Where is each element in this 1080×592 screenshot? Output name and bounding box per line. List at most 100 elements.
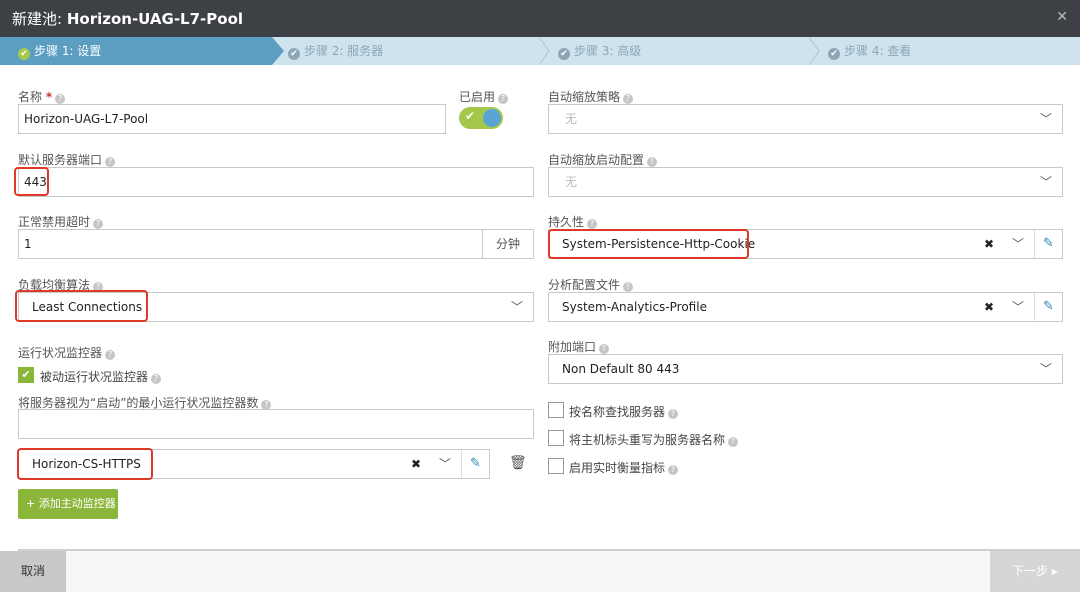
- help-icon[interactable]: ?: [151, 374, 162, 384]
- port-input[interactable]: 443: [18, 167, 534, 197]
- health-monitor-label: 运行状况监控器?: [18, 344, 116, 361]
- step-3-label: 步骤 3: 高级: [574, 44, 642, 58]
- highlight-box: [14, 167, 49, 196]
- autoscale-launch-select[interactable]: 无 ﹀: [548, 167, 1063, 197]
- timeout-label-text: 正常禁用超时: [18, 215, 91, 229]
- autoscale-policy-label-text: 自动缩放策略: [548, 90, 621, 104]
- help-icon[interactable]: ?: [668, 465, 679, 475]
- step-2-tab[interactable]: ✔ 步骤 2: 服务器: [288, 37, 538, 65]
- check-icon: ✔: [465, 109, 476, 123]
- check-circle-icon: ✔: [18, 48, 30, 60]
- toggle-knob: [483, 109, 501, 127]
- rewrite-host-label-text: 将主机标头重写为服务器名称: [569, 433, 726, 447]
- enabled-label: 已启用?: [459, 88, 509, 105]
- chevron-down-icon: ﹀: [510, 300, 523, 314]
- timeout-unit: 分钟: [482, 229, 534, 259]
- help-icon[interactable]: ?: [93, 219, 104, 229]
- dialog-title-pool-name: Horizon-UAG-L7-Pool: [66, 10, 244, 28]
- timeout-value: 1: [24, 237, 32, 251]
- help-icon[interactable]: ?: [587, 219, 598, 229]
- step-arrow: [272, 37, 284, 65]
- autoscale-policy-value: 无: [565, 112, 578, 126]
- analytics-select[interactable]: System-Analytics-Profile ✖ ﹀ ✎: [548, 292, 1063, 322]
- passive-monitor-label: 被动运行状况监控器?: [40, 368, 162, 385]
- autoscale-launch-label-text: 自动缩放启动配置: [548, 153, 645, 167]
- name-label: 名称 *?: [18, 88, 66, 105]
- timeout-label: 正常禁用超时?: [18, 213, 104, 230]
- name-input[interactable]: Horizon-UAG-L7-Pool: [18, 104, 446, 134]
- enabled-label-text: 已启用: [459, 90, 496, 104]
- find-by-name-label-text: 按名称查找服务器: [569, 405, 666, 419]
- check-circle-icon: ✔: [288, 48, 300, 60]
- step-3-tab[interactable]: ✔ 步骤 3: 高级: [558, 37, 808, 65]
- realtime-metrics-label-text: 启用实时衡量指标: [569, 461, 666, 475]
- next-button[interactable]: 下一步 ▸: [990, 551, 1080, 592]
- highlight-box: [15, 290, 148, 322]
- trash-icon[interactable]: 🗑: [509, 455, 527, 471]
- chevron-down-icon[interactable]: ﹀: [1012, 230, 1024, 258]
- step-1-tab[interactable]: ✔ 步骤 1: 设置: [0, 37, 272, 65]
- help-icon[interactable]: ?: [668, 409, 679, 419]
- analytics-value: System-Analytics-Profile: [562, 300, 707, 314]
- find-by-name-checkbox[interactable]: [548, 402, 564, 418]
- clear-icon[interactable]: ✖: [411, 450, 421, 478]
- persistence-label-text: 持久性: [548, 215, 585, 229]
- help-icon[interactable]: ?: [599, 344, 610, 354]
- next-button-label: 下一步: [1012, 564, 1049, 578]
- chevron-down-icon: ﹀: [1039, 175, 1052, 189]
- close-icon[interactable]: ✕: [1056, 9, 1068, 25]
- name-label-text: 名称: [18, 90, 43, 104]
- find-by-name-label: 按名称查找服务器?: [569, 403, 679, 420]
- realtime-metrics-label: 启用实时衡量指标?: [569, 459, 679, 476]
- autoscale-policy-label: 自动缩放策略?: [548, 88, 634, 105]
- chevron-down-icon: ﹀: [1039, 112, 1052, 126]
- chevron-down-icon: ﹀: [1039, 362, 1052, 376]
- realtime-metrics-checkbox[interactable]: [548, 458, 564, 474]
- chevron-down-icon[interactable]: ﹀: [1012, 293, 1024, 321]
- edit-pencil-icon[interactable]: ✎: [461, 450, 489, 478]
- persistence-label: 持久性?: [548, 213, 598, 230]
- autoscale-policy-select[interactable]: 无 ﹀: [548, 104, 1063, 134]
- wizard-steps: ✔ 步骤 1: 设置 ✔ 步骤 2: 服务器 ✔ 步骤 3: 高级 ✔ 步骤 4: 查看: [0, 37, 1080, 65]
- dialog-titlebar: 新建池: Horizon-UAG-L7-Pool ✕: [0, 0, 1080, 37]
- step-2-label: 步骤 2: 服务器: [304, 44, 384, 58]
- add-active-monitor-button[interactable]: + 添加主动监控器: [18, 489, 118, 519]
- extra-port-select[interactable]: Non Default 80 443 ﹀: [548, 354, 1063, 384]
- passive-monitor-checkbox[interactable]: ✔: [18, 367, 34, 383]
- help-icon[interactable]: ?: [55, 94, 66, 104]
- autoscale-launch-value: 无: [565, 175, 578, 189]
- step-4-tab[interactable]: ✔ 步骤 4: 查看: [828, 37, 1078, 65]
- help-icon[interactable]: ?: [105, 157, 116, 167]
- edit-pencil-icon[interactable]: ✎: [1034, 293, 1062, 321]
- chevron-down-icon[interactable]: ﹀: [439, 450, 451, 478]
- timeout-input[interactable]: 1 分钟: [18, 229, 534, 259]
- extra-port-label: 附加端口?: [548, 338, 610, 355]
- passive-monitor-label-text: 被动运行状况监控器: [40, 370, 149, 384]
- help-icon[interactable]: ?: [623, 94, 634, 104]
- help-icon[interactable]: ?: [623, 282, 634, 292]
- dialog-title-prefix: 新建池:: [12, 10, 63, 28]
- help-icon[interactable]: ?: [728, 437, 739, 447]
- analytics-label-text: 分析配置文件: [548, 278, 621, 292]
- step-separator-icon: [538, 37, 550, 65]
- rewrite-host-checkbox[interactable]: [548, 430, 564, 446]
- help-icon[interactable]: ?: [498, 94, 509, 104]
- highlight-box: [17, 448, 153, 480]
- edit-pencil-icon[interactable]: ✎: [1034, 230, 1062, 258]
- min-monitor-input[interactable]: [18, 409, 534, 439]
- extra-port-value: Non Default 80 443: [562, 362, 680, 376]
- port-label-text: 默认服务器端口: [18, 153, 103, 167]
- caret-right-icon: ▸: [1051, 564, 1058, 578]
- footer-bar: 取消 下一步 ▸: [0, 551, 1080, 592]
- cancel-button[interactable]: 取消: [0, 551, 66, 592]
- clear-icon[interactable]: ✖: [984, 230, 994, 258]
- step-1-label: 步骤 1: 设置: [34, 44, 102, 58]
- min-monitor-label-text: 将服务器视为“启动”的最小运行状况监控器数: [18, 396, 259, 410]
- health-monitor-label-text: 运行状况监控器: [18, 346, 103, 360]
- help-icon[interactable]: ?: [105, 350, 116, 360]
- clear-icon[interactable]: ✖: [984, 293, 994, 321]
- enabled-toggle[interactable]: ✔: [459, 107, 503, 129]
- plus-icon: +: [26, 497, 36, 510]
- step-separator-icon: [808, 37, 820, 65]
- help-icon[interactable]: ?: [647, 157, 658, 167]
